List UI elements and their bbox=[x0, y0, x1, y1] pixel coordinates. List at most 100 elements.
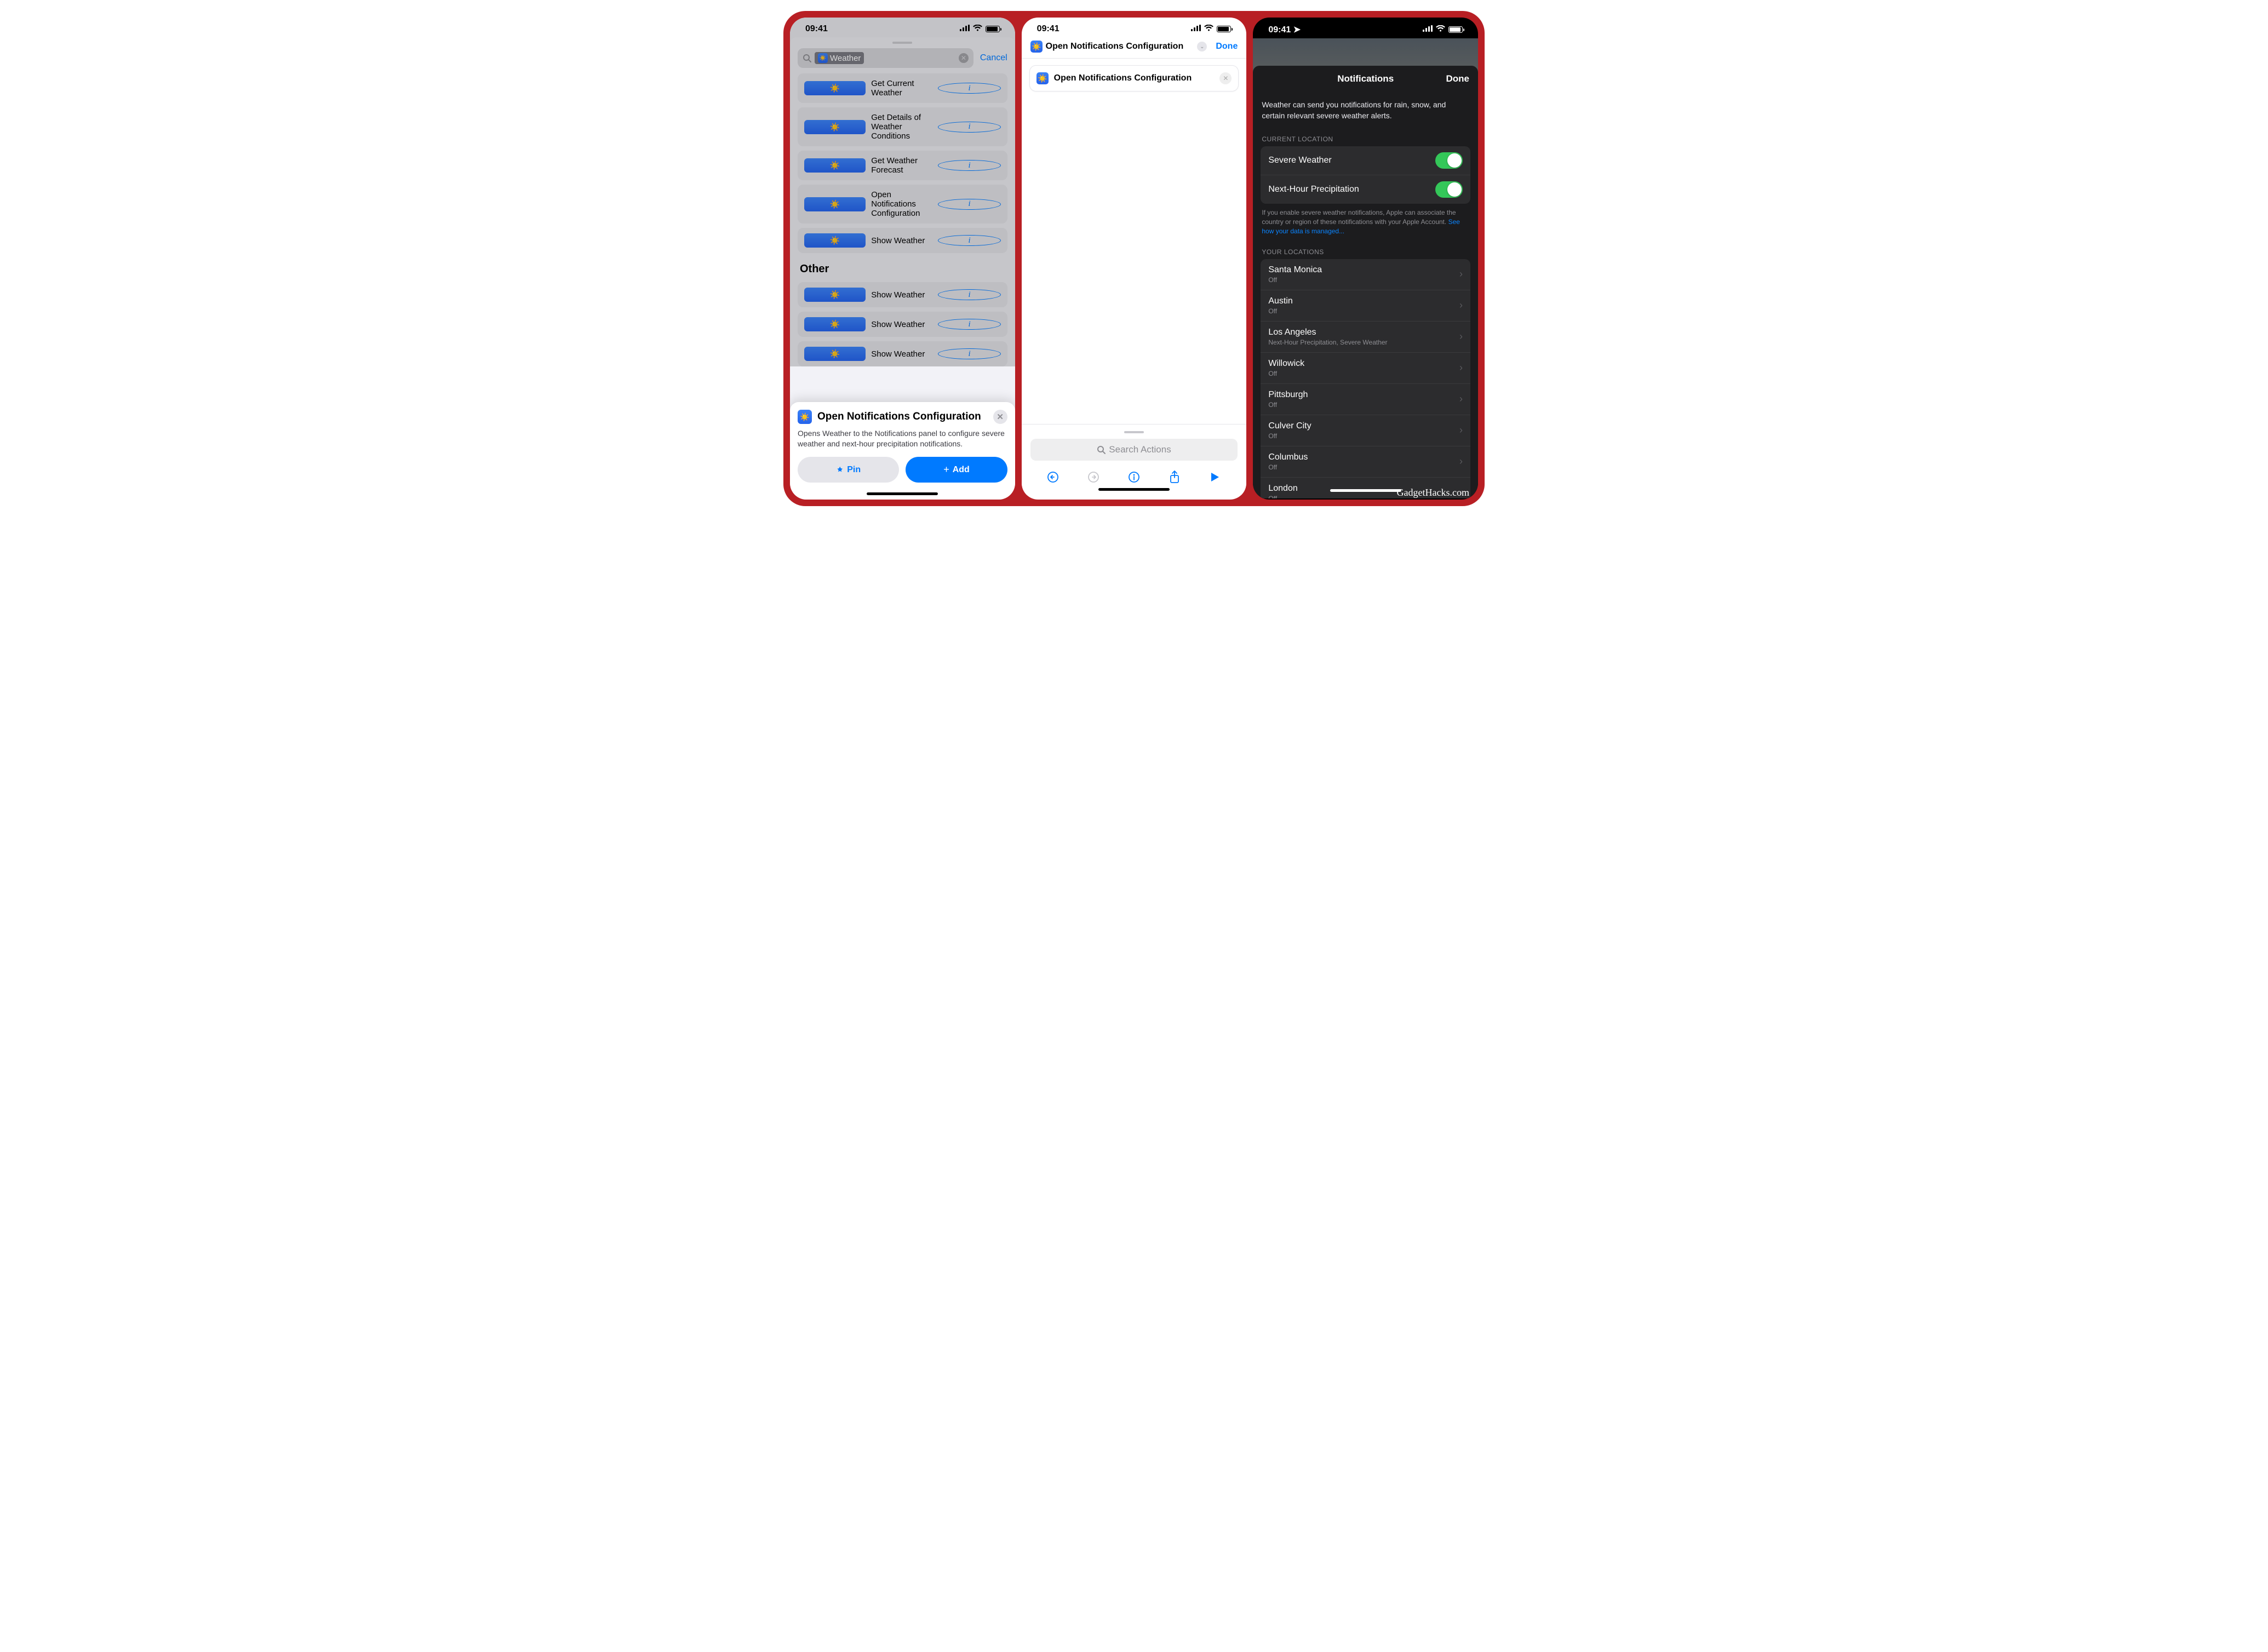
chevron-right-icon: › bbox=[1459, 393, 1463, 405]
editor-toolbar bbox=[1022, 463, 1247, 488]
home-indicator[interactable] bbox=[1330, 489, 1401, 492]
location-row[interactable]: PittsburghOff› bbox=[1261, 384, 1470, 415]
status-time: 09:41 bbox=[1037, 24, 1059, 34]
toggle-row-precip: Next-Hour Precipitation bbox=[1261, 175, 1470, 204]
clear-search-icon[interactable]: ✕ bbox=[959, 53, 969, 63]
weather-app-icon: ☀️ bbox=[804, 158, 866, 173]
location-row[interactable]: WillowickOff› bbox=[1261, 353, 1470, 384]
toggle-row-severe: Severe Weather bbox=[1261, 146, 1470, 175]
search-input[interactable]: ☀️ Weather ✕ bbox=[798, 48, 973, 68]
signal-icon bbox=[1191, 24, 1201, 34]
location-row[interactable]: Los AngelesNext-Hour Precipitation, Seve… bbox=[1261, 322, 1470, 353]
search-actions-input[interactable]: Search Actions bbox=[1030, 439, 1238, 461]
notifications-sheet: Notifications Done Weather can send you … bbox=[1253, 66, 1478, 498]
wifi-icon bbox=[1204, 24, 1213, 34]
battery-icon bbox=[1217, 26, 1231, 32]
play-icon[interactable] bbox=[1209, 471, 1222, 484]
chevron-down-icon[interactable]: ⌄ bbox=[1197, 42, 1207, 51]
action-item[interactable]: ☀️Show Weatheri bbox=[798, 282, 1007, 307]
weather-app-icon: ☀️ bbox=[798, 410, 812, 424]
status-time: 09:41 ➤ bbox=[1268, 24, 1301, 35]
phone-shortcut-editor: 09:41 ☀️ Open Notifications Configuratio… bbox=[1022, 18, 1247, 500]
battery-icon bbox=[986, 26, 1000, 32]
action-item[interactable]: ☀️Get Details of Weather Conditionsi bbox=[798, 107, 1007, 146]
editor-bottom: Search Actions bbox=[1022, 424, 1247, 495]
action-item[interactable]: ☀️Open Notifications Configurationi bbox=[798, 185, 1007, 223]
weather-app-icon: ☀️ bbox=[1030, 41, 1043, 53]
privacy-note: If you enable severe weather notificatio… bbox=[1253, 204, 1478, 244]
section-header-locations: YOUR LOCATIONS bbox=[1253, 245, 1478, 259]
weather-app-icon: ☀️ bbox=[804, 197, 866, 211]
close-icon[interactable]: ✕ bbox=[993, 410, 1007, 424]
search-icon bbox=[803, 54, 811, 62]
description-text: Weather can send you notifications for r… bbox=[1253, 92, 1478, 132]
sheet-title: Open Notifications Configuration bbox=[817, 411, 988, 423]
chevron-right-icon: › bbox=[1459, 456, 1463, 467]
pin-icon bbox=[836, 466, 844, 474]
scroll-area[interactable]: Weather can send you notifications for r… bbox=[1253, 92, 1478, 498]
info-icon[interactable] bbox=[1127, 471, 1141, 484]
pin-button[interactable]: Pin bbox=[798, 457, 899, 483]
sheet-description: Opens Weather to the Notifications panel… bbox=[798, 428, 1007, 449]
section-header-current: CURRENT LOCATION bbox=[1253, 132, 1478, 146]
location-row[interactable]: AustinOff› bbox=[1261, 290, 1470, 322]
done-button[interactable]: Done bbox=[1446, 73, 1470, 84]
weather-app-icon: ☀️ bbox=[804, 81, 866, 95]
page-title: Notifications bbox=[1337, 73, 1394, 84]
status-time: 09:41 bbox=[805, 24, 828, 34]
toggle-switch[interactable] bbox=[1435, 152, 1463, 169]
location-row[interactable]: ColumbusOff› bbox=[1261, 446, 1470, 478]
composite-frame: 09:41 ☀️ Weather ✕ Cancel bbox=[783, 11, 1485, 506]
shortcut-title[interactable]: Open Notifications Configuration bbox=[1046, 42, 1194, 51]
info-icon[interactable]: i bbox=[938, 83, 1000, 94]
chevron-right-icon: › bbox=[1459, 268, 1463, 280]
weather-app-icon: ☀️ bbox=[804, 347, 866, 361]
info-icon[interactable]: i bbox=[938, 289, 1000, 300]
editor-nav: ☀️ Open Notifications Configuration ⌄ Do… bbox=[1022, 37, 1247, 59]
action-item[interactable]: ☀️Show Weatheri bbox=[798, 228, 1007, 253]
action-detail-sheet: ☀️ Open Notifications Configuration ✕ Op… bbox=[790, 402, 1015, 500]
watermark: GadgetHacks.com bbox=[1397, 487, 1469, 498]
phone-weather-notifications: 09:41 ➤ Notifications Done Weather can s… bbox=[1253, 18, 1478, 500]
workflow-step[interactable]: ☀️ Open Notifications Configuration ✕ bbox=[1029, 65, 1239, 91]
remove-step-icon[interactable]: ✕ bbox=[1219, 72, 1232, 84]
info-icon[interactable]: i bbox=[938, 160, 1000, 171]
status-bar: 09:41 bbox=[790, 18, 1015, 37]
workflow-canvas[interactable]: ☀️ Open Notifications Configuration ✕ bbox=[1022, 59, 1247, 424]
grabber[interactable] bbox=[1124, 431, 1144, 433]
action-item[interactable]: ☀️Show Weatheri bbox=[798, 341, 1007, 366]
search-token: ☀️ Weather bbox=[815, 52, 864, 64]
weather-app-icon: ☀️ bbox=[804, 233, 866, 248]
info-icon[interactable]: i bbox=[938, 199, 1000, 210]
wifi-icon bbox=[1436, 25, 1445, 35]
undo-icon[interactable] bbox=[1046, 471, 1059, 484]
location-row[interactable]: Santa MonicaOff› bbox=[1261, 259, 1470, 290]
info-icon[interactable]: i bbox=[938, 319, 1000, 330]
share-icon[interactable] bbox=[1168, 471, 1181, 484]
weather-app-icon: ☀️ bbox=[804, 317, 866, 331]
step-label: Open Notifications Configuration bbox=[1054, 73, 1215, 83]
status-bar: 09:41 ➤ bbox=[1253, 18, 1478, 38]
cancel-button[interactable]: Cancel bbox=[980, 53, 1007, 63]
chevron-right-icon: › bbox=[1459, 362, 1463, 374]
plus-icon: + bbox=[943, 464, 949, 475]
weather-app-icon: ☀️ bbox=[804, 120, 866, 134]
home-indicator[interactable] bbox=[1098, 488, 1170, 491]
add-button[interactable]: +Add bbox=[906, 457, 1007, 483]
info-icon[interactable]: i bbox=[938, 235, 1000, 246]
action-item[interactable]: ☀️Show Weatheri bbox=[798, 312, 1007, 337]
section-header-other: Other bbox=[798, 257, 1007, 278]
weather-app-icon: ☀️ bbox=[804, 288, 866, 302]
info-icon[interactable]: i bbox=[938, 348, 1000, 359]
chevron-right-icon: › bbox=[1459, 300, 1463, 311]
location-row[interactable]: Culver CityOff› bbox=[1261, 415, 1470, 446]
done-button[interactable]: Done bbox=[1216, 42, 1238, 51]
action-item[interactable]: ☀️Get Weather Forecasti bbox=[798, 151, 1007, 180]
action-item[interactable]: ☀️Get Current Weatheri bbox=[798, 73, 1007, 103]
grabber[interactable] bbox=[892, 42, 912, 44]
toggle-switch[interactable] bbox=[1435, 181, 1463, 198]
location-icon: ➤ bbox=[1293, 25, 1301, 35]
home-indicator[interactable] bbox=[867, 492, 938, 495]
current-location-list: Severe Weather Next-Hour Precipitation bbox=[1261, 146, 1470, 204]
info-icon[interactable]: i bbox=[938, 122, 1000, 133]
